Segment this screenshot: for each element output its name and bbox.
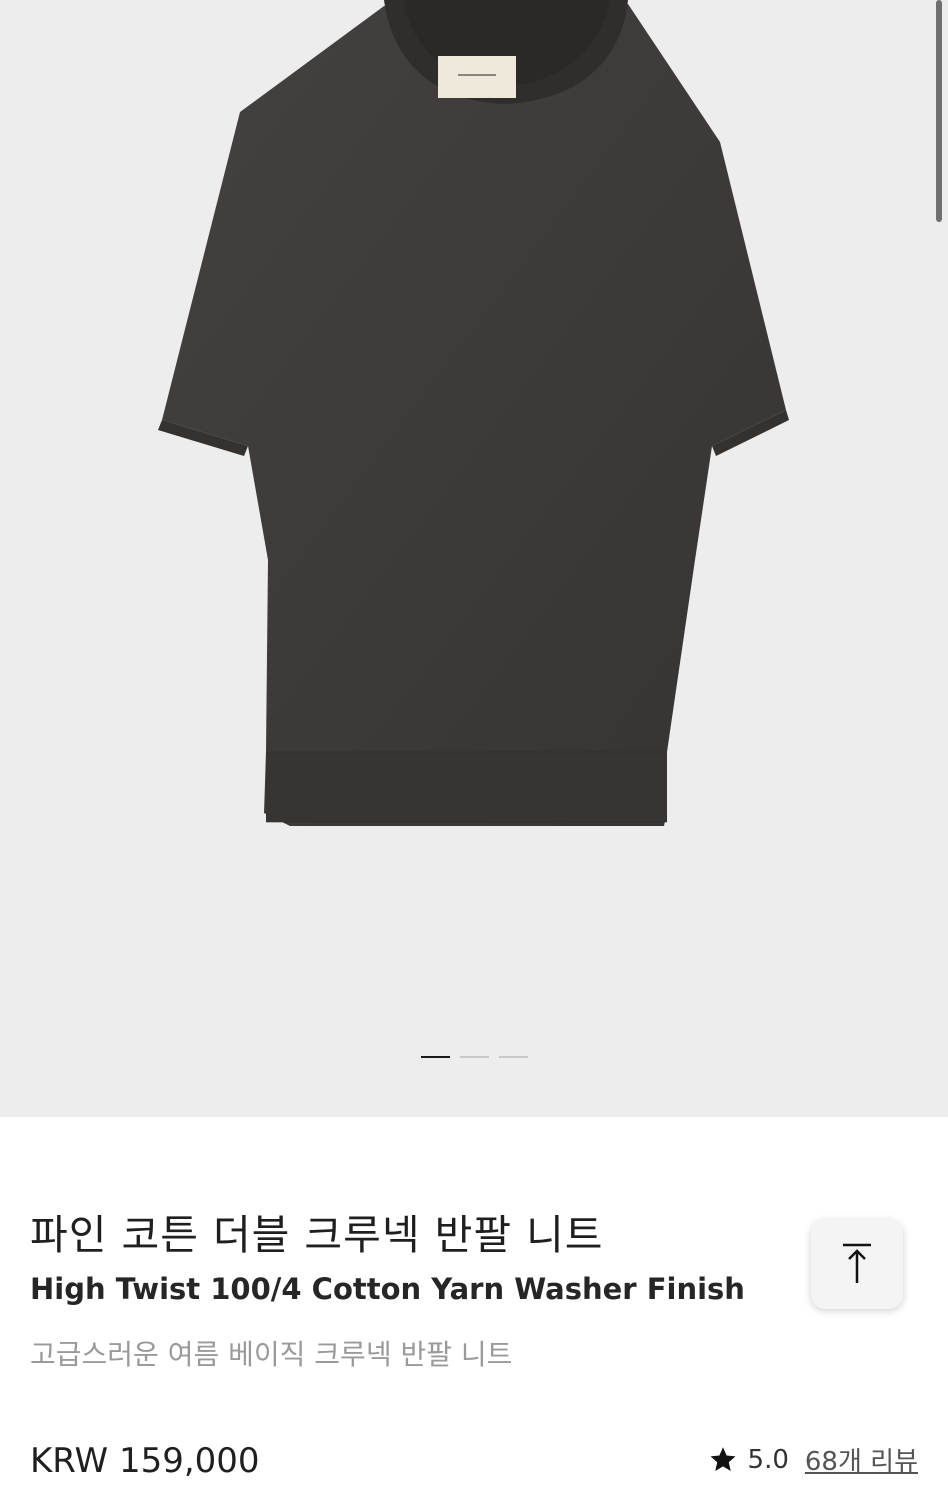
product-rating: 5.0 68개 리뷰 (708, 1441, 918, 1478)
product-image (158, 0, 789, 826)
product-description: 고급스러운 여름 베이직 크루넥 반팔 니트 (30, 1338, 513, 1371)
slide-indicator-3[interactable] (499, 1056, 528, 1058)
scrollbar[interactable] (936, 0, 942, 222)
scroll-to-top-button[interactable] (811, 1219, 903, 1309)
slide-indicator-1[interactable] (421, 1056, 450, 1058)
slide-indicators (421, 1056, 528, 1058)
rating-value: 5.0 (747, 1444, 789, 1475)
product-subtitle-en: High Twist 100/4 Cotton Yarn Washer Fini… (30, 1272, 745, 1306)
slide-indicator-2[interactable] (460, 1056, 489, 1058)
product-title: 파인 코튼 더블 크루넥 반팔 니트 (30, 1211, 604, 1259)
reviews-link[interactable]: 68개 리뷰 (805, 1441, 918, 1478)
star-icon (710, 1446, 736, 1471)
product-info: 파인 코튼 더블 크루넥 반팔 니트 High Twist 100/4 Cott… (0, 1117, 948, 1500)
product-page: 파인 코튼 더블 크루넥 반팔 니트 High Twist 100/4 Cott… (0, 0, 948, 1500)
arrow-up-icon (843, 1243, 871, 1283)
product-price: KRW 159,000 (30, 1441, 260, 1481)
product-gallery[interactable] (0, 0, 948, 1117)
